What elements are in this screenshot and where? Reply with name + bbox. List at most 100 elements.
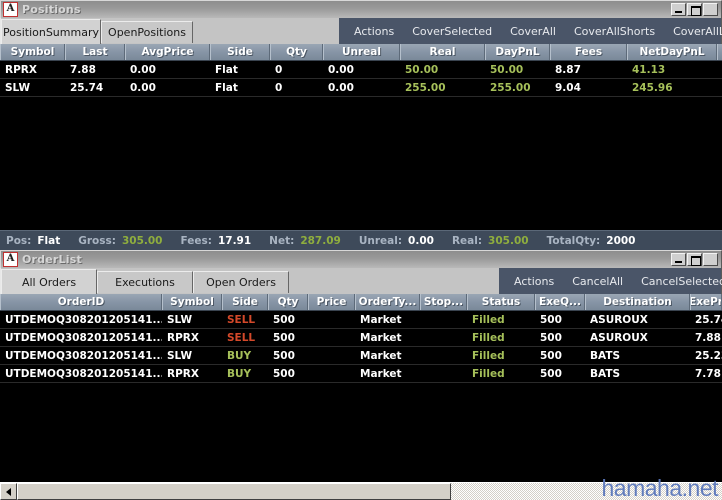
- orderlist-window: A OrderList All Orders Executions Open O…: [0, 250, 722, 500]
- minimize-icon[interactable]: [671, 3, 686, 16]
- cell-destination: ASUROUX: [590, 331, 648, 344]
- col-header-exeprice[interactable]: ExePr: [690, 294, 722, 310]
- col-header-unreal[interactable]: Unreal: [323, 44, 400, 60]
- cell-destination: BATS: [590, 367, 621, 380]
- cell-price: [308, 365, 355, 382]
- cell-price: [308, 347, 355, 364]
- close-icon[interactable]: [703, 3, 718, 16]
- maximize-icon[interactable]: [687, 253, 702, 266]
- cell-stop: [420, 311, 467, 328]
- cell-daypnl: 50.00: [490, 63, 524, 76]
- cover-all-longs-button[interactable]: CoverAllLongs: [664, 25, 722, 38]
- cell-exeprice: 7.88: [695, 331, 721, 344]
- col-header-qty[interactable]: Qty: [268, 294, 308, 310]
- scrollbar-thumb[interactable]: [17, 483, 451, 500]
- col-header-ordertype[interactable]: OrderTy...: [355, 294, 420, 310]
- table-row[interactable]: SLW 25.74 0.00 Flat 0 0.00 255.00 255.00…: [0, 79, 722, 97]
- cell-qty: 500: [273, 313, 295, 326]
- col-header-stop[interactable]: Stop...: [420, 294, 467, 310]
- col-header-price[interactable]: Price: [308, 294, 355, 310]
- cell-destination: ASUROUX: [590, 313, 648, 326]
- col-header-daypnl[interactable]: DayPnL: [485, 44, 550, 60]
- cancel-selected-button[interactable]: CancelSelected: [632, 275, 722, 288]
- status-pos-value: Flat: [37, 234, 61, 247]
- positions-tabstrip: PositionSummary OpenPositions Actions Co…: [0, 18, 722, 44]
- col-header-real[interactable]: Real: [400, 44, 485, 60]
- col-header-symbol[interactable]: Symbol: [162, 294, 222, 310]
- table-row[interactable]: UTDEMOQ308201205141... RPRX BUY 500 Mark…: [0, 365, 722, 383]
- status-unreal-value: 0.00: [408, 234, 434, 247]
- status-totalqty-value: 2000: [606, 234, 636, 247]
- positions-titlebar[interactable]: A Positions: [0, 0, 722, 18]
- col-header-destination[interactable]: Destination: [585, 294, 690, 310]
- cell-price: [308, 311, 355, 328]
- tab-open-orders[interactable]: Open Orders: [193, 271, 289, 293]
- status-net-label: Net:: [269, 234, 295, 247]
- minimize-icon[interactable]: [671, 253, 686, 266]
- tab-position-summary[interactable]: PositionSummary: [1, 19, 101, 44]
- cell-unreal: 0.00: [328, 63, 354, 76]
- horizontal-scrollbar[interactable]: hamaha.net: [0, 475, 722, 500]
- cell-symbol: SLW: [167, 349, 193, 362]
- actions-button[interactable]: Actions: [505, 275, 563, 288]
- cancel-all-button[interactable]: CancelAll: [563, 275, 632, 288]
- cover-selected-button[interactable]: CoverSelected: [403, 25, 501, 38]
- maximize-icon[interactable]: [687, 3, 702, 16]
- cell-symbol: RPRX: [167, 367, 199, 380]
- tab-executions[interactable]: Executions: [97, 271, 193, 293]
- col-header-side[interactable]: Side: [222, 294, 268, 310]
- orderlist-grid-header: OrderID Symbol Side Qty Price OrderTy...…: [0, 294, 722, 311]
- positions-window: A Positions PositionSummary OpenPosition…: [0, 0, 722, 250]
- col-header-netdaypnl[interactable]: NetDayPnL: [627, 44, 717, 60]
- table-row[interactable]: UTDEMOQ308201205141... SLW BUY 500 Marke…: [0, 347, 722, 365]
- positions-window-buttons: [671, 3, 718, 16]
- orderlist-tabstrip: All Orders Executions Open Orders Action…: [0, 268, 722, 294]
- col-header-last[interactable]: Last: [65, 44, 125, 60]
- cell-netdaypnl: 245.96: [632, 81, 673, 94]
- cover-all-button[interactable]: CoverAll: [501, 25, 565, 38]
- col-header-fees[interactable]: Fees: [550, 44, 627, 60]
- col-header-symbol[interactable]: Symbol: [0, 44, 65, 60]
- cell-price: [308, 329, 355, 346]
- cell-real: 50.00: [405, 63, 439, 76]
- table-row[interactable]: UTDEMOQ308201205141... RPRX SELL 500 Mar…: [0, 329, 722, 347]
- cell-side: SELL: [227, 313, 256, 326]
- cell-side: BUY: [227, 367, 252, 380]
- col-header-filler: [717, 44, 722, 60]
- status-net-value: 287.09: [300, 234, 341, 247]
- cell-side: Flat: [215, 81, 238, 94]
- cell-symbol: RPRX: [167, 331, 199, 344]
- tab-open-positions-label: OpenPositions: [108, 26, 186, 39]
- application-root: A Positions PositionSummary OpenPosition…: [0, 0, 722, 500]
- app-a-icon: A: [3, 2, 18, 17]
- col-header-orderid[interactable]: OrderID: [0, 294, 162, 310]
- cell-exeprice: 25.74: [695, 313, 722, 326]
- cell-qty: 0: [275, 81, 283, 94]
- col-header-exeqty[interactable]: ExeQ...: [535, 294, 585, 310]
- scrollbar-track[interactable]: hamaha.net: [17, 475, 722, 500]
- cell-exeqty: 500: [540, 331, 562, 344]
- cell-fees: 8.87: [555, 63, 581, 76]
- cell-fees: 9.04: [555, 81, 581, 94]
- col-header-avgprice[interactable]: AvgPrice: [125, 44, 210, 60]
- scroll-left-icon[interactable]: [0, 483, 17, 500]
- tab-open-positions[interactable]: OpenPositions: [101, 21, 193, 43]
- orderlist-toolbar: Actions CancelAll CancelSelected: [499, 268, 722, 294]
- orderlist-grid: OrderID Symbol Side Qty Price OrderTy...…: [0, 294, 722, 481]
- col-header-qty[interactable]: Qty: [270, 44, 323, 60]
- col-header-side[interactable]: Side: [210, 44, 270, 60]
- tab-all-orders[interactable]: All Orders: [1, 269, 97, 294]
- cell-status: Filled: [472, 349, 505, 362]
- orderlist-window-buttons: [671, 253, 718, 266]
- actions-button[interactable]: Actions: [345, 25, 403, 38]
- table-row[interactable]: RPRX 7.88 0.00 Flat 0 0.00 50.00 50.00 8…: [0, 61, 722, 79]
- close-icon[interactable]: [703, 253, 718, 266]
- cell-status: Filled: [472, 313, 505, 326]
- col-header-status[interactable]: Status: [467, 294, 535, 310]
- table-row[interactable]: UTDEMOQ308201205141... SLW SELL 500 Mark…: [0, 311, 722, 329]
- cell-exeprice: 25.23: [695, 349, 722, 362]
- orderlist-titlebar[interactable]: A OrderList: [0, 250, 722, 268]
- cell-last: 25.74: [70, 81, 104, 94]
- cell-real: 255.00: [405, 81, 446, 94]
- cover-all-shorts-button[interactable]: CoverAllShorts: [565, 25, 664, 38]
